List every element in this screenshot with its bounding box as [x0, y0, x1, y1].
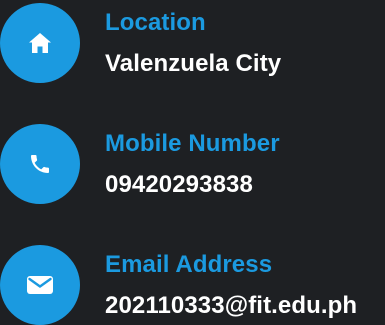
email-text: Email Address 202110333@fit.edu.ph: [105, 249, 357, 320]
mobile-icon-badge: [0, 124, 80, 204]
contact-info-list: Location Valenzuela City Mobile Number 0…: [0, 0, 385, 325]
email-icon-badge: [0, 245, 80, 325]
email-value: 202110333@fit.edu.ph: [105, 292, 358, 319]
mobile-text: Mobile Number 09420293838: [105, 128, 280, 199]
location-value: Valenzuela City: [105, 50, 282, 77]
email-label: Email Address: [105, 251, 273, 278]
home-icon: [29, 33, 51, 53]
contact-item-email: Email Address 202110333@fit.edu.ph: [0, 245, 385, 325]
location-icon-badge: [0, 3, 80, 83]
location-text: Location Valenzuela City: [105, 7, 281, 78]
mobile-label: Mobile Number: [105, 130, 280, 157]
envelope-icon: [27, 276, 53, 294]
contact-item-location: Location Valenzuela City: [0, 3, 385, 83]
location-label: Location: [105, 9, 206, 36]
phone-icon: [31, 155, 49, 173]
contact-item-mobile: Mobile Number 09420293838: [0, 124, 385, 204]
mobile-value: 09420293838: [105, 171, 253, 198]
